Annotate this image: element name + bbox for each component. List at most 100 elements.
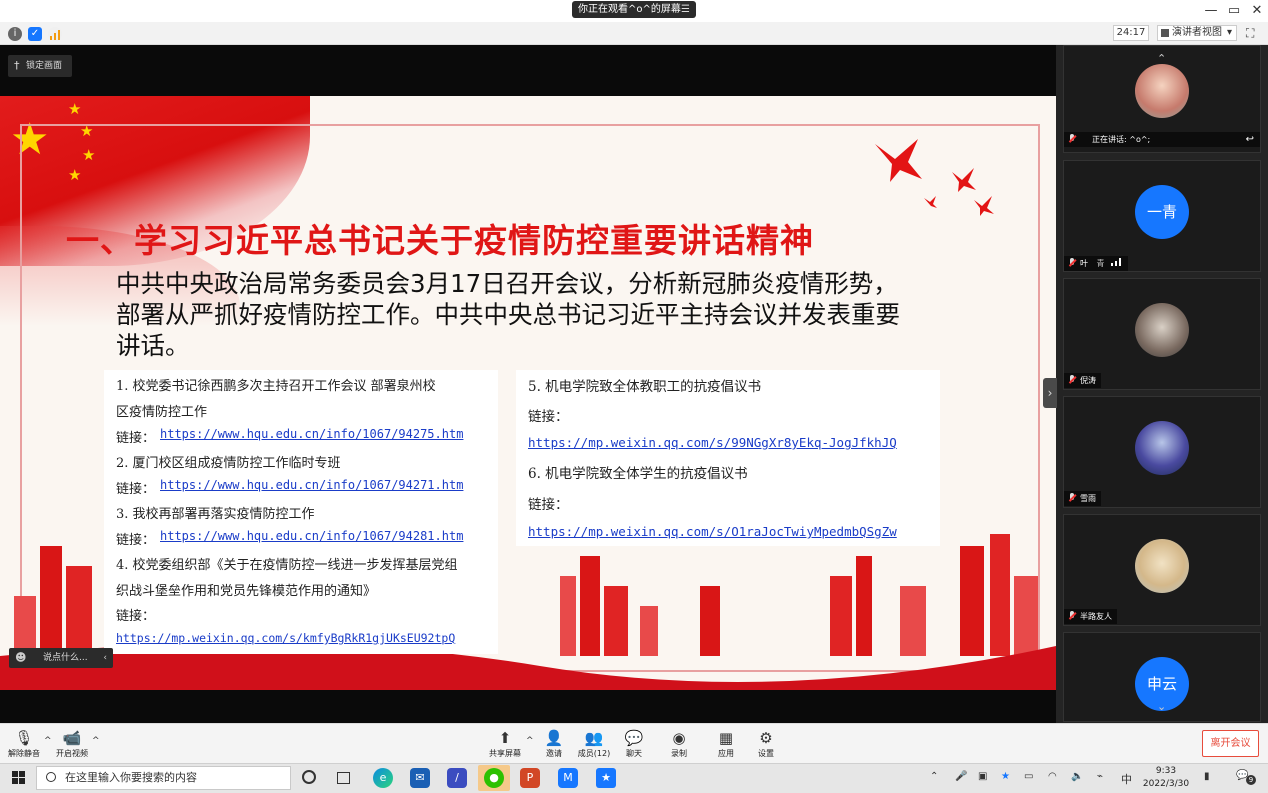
tray-meeting-icon[interactable]: ★	[1001, 771, 1010, 782]
signal-icon[interactable]	[48, 27, 62, 41]
share-screen-button[interactable]: ⬆ 共享屏幕	[487, 723, 523, 763]
news-link[interactable]: https://mp.weixin.qq.com/s/99NGgXr8yEkq-…	[528, 435, 897, 450]
scroll-down-icon[interactable]: ⌄	[1157, 700, 1166, 713]
task-view-icon[interactable]	[302, 770, 316, 784]
members-icon: 👥	[584, 729, 604, 747]
add-user-icon: 👤	[544, 729, 564, 747]
share-menu-icon[interactable]: ☰	[681, 1, 690, 18]
chat-button[interactable]: 💬 聊天	[618, 723, 650, 763]
share-screen-icon: ⬆	[498, 729, 512, 747]
unmute-button[interactable]: 🎙 解除静音	[6, 723, 42, 763]
participant-nameplate: 雪雨	[1064, 491, 1101, 506]
chat-placeholder: 说点什么...	[43, 653, 88, 663]
chat-input[interactable]: ☻ 说点什么... ‹	[9, 648, 113, 668]
video-options-caret-icon[interactable]: ^	[92, 736, 100, 746]
action-center-icon[interactable]: 💬 9	[1236, 770, 1256, 786]
members-button[interactable]: 👥 成员(12)	[576, 723, 612, 763]
ime-indicator[interactable]: 中	[1121, 771, 1132, 787]
windows-start-icon[interactable]	[12, 771, 26, 785]
info-icon[interactable]: i	[8, 27, 22, 41]
news-link[interactable]: https://mp.weixin.qq.com/s/kmfyBgRkR1gjU…	[116, 631, 455, 645]
participant-name: 雪雨	[1080, 494, 1096, 503]
wifi-icon[interactable]: ◠	[1048, 771, 1057, 782]
speaking-label: 正在讲话: ^o^;	[1092, 135, 1151, 144]
lock-screen-button[interactable]: 锁定画面	[8, 55, 72, 77]
invite-button[interactable]: 👤 邀请	[538, 723, 570, 763]
close-button[interactable]: ✕	[1246, 0, 1268, 22]
settings-label: 设置	[758, 749, 774, 758]
wechat-icon[interactable]: ●	[478, 765, 510, 791]
tray-app-icon[interactable]: ▣	[978, 771, 987, 782]
tray-network-icon[interactable]: ⌁	[1097, 771, 1103, 782]
right-news-card: 5. 机电学院致全体教职工的抗疫倡议书 链接： https://mp.weixi…	[516, 370, 940, 546]
news-link[interactable]: https://mp.weixin.qq.com/s/O1raJocTwiyMp…	[528, 524, 897, 539]
speaker-view-dropdown[interactable]: 演讲者视图 ▾	[1157, 25, 1237, 41]
chat-label: 聊天	[626, 749, 642, 758]
card-text-line: 链接：	[116, 431, 156, 446]
card-text-line: 链接：	[116, 533, 156, 548]
minimize-button[interactable]: —	[1200, 0, 1222, 22]
fullscreen-icon[interactable]: ⛶	[1246, 26, 1254, 41]
app-icon[interactable]: /	[447, 768, 467, 788]
participant-name: 倪涛	[1080, 376, 1096, 385]
scroll-up-icon[interactable]: ⌃	[1157, 52, 1166, 65]
invite-label: 邀请	[546, 749, 562, 758]
pinned-app-icon[interactable]: ★	[596, 768, 616, 788]
collapse-panel-button[interactable]: ›	[1043, 378, 1057, 408]
card-text-line: 4. 校党委组织部《关于在疫情防控一线进一步发挥基层党组	[116, 558, 458, 573]
powerpoint-icon[interactable]: P	[520, 768, 540, 788]
tray-battery-icon[interactable]: ▭	[1024, 771, 1033, 782]
participant-tile[interactable]: 半路友人	[1063, 514, 1261, 626]
card-text-line: 1. 校党委书记徐西鹏多次主持召开工作会议 部署泉州校	[116, 379, 436, 394]
participant-tile[interactable]: 倪涛	[1063, 278, 1261, 390]
audio-options-caret-icon[interactable]: ^	[44, 736, 52, 746]
mic-muted-icon	[1068, 493, 1076, 503]
card-text-line: 链接：	[116, 609, 156, 624]
edge-browser-icon[interactable]: e	[373, 768, 393, 788]
taskbar-clock[interactable]: 9:33 2022/3/30	[1140, 765, 1192, 791]
participant-tile[interactable]: 雪雨	[1063, 396, 1261, 508]
apps-button[interactable]: ▦ 应用	[710, 723, 742, 763]
shield-icon[interactable]: ✓	[28, 27, 42, 41]
avatar	[1135, 539, 1189, 593]
mic-muted-icon	[1068, 134, 1076, 144]
record-label: 录制	[671, 749, 687, 758]
chevron-left-icon[interactable]: ‹	[103, 648, 107, 668]
record-button[interactable]: ◉ 录制	[663, 723, 695, 763]
mic-muted-icon: 🎙	[14, 729, 34, 747]
restore-button[interactable]: ▭	[1223, 0, 1245, 22]
participant-tile[interactable]: 一青 叶 青	[1063, 160, 1261, 272]
participant-name: 叶	[1080, 259, 1088, 268]
reply-icon[interactable]: ↩	[1246, 132, 1254, 147]
avatar	[1135, 421, 1189, 475]
share-options-caret-icon[interactable]: ^	[526, 736, 534, 746]
video-off-icon: 📹	[62, 729, 82, 747]
meeting-app-icon[interactable]: M	[558, 768, 578, 788]
notification-count-badge: 9	[1246, 775, 1256, 785]
news-link[interactable]: https://www.hqu.edu.cn/info/1067/94271.h…	[160, 478, 463, 492]
share-screen-label: 共享屏幕	[489, 749, 521, 758]
mail-icon[interactable]: ✉	[410, 768, 430, 788]
chat-icon: 💬	[624, 729, 644, 747]
sharing-status-pill[interactable]: 你正在观看^o^的屏幕 ☰	[572, 1, 696, 18]
volume-icon[interactable]: 🔈	[1071, 771, 1083, 782]
news-link[interactable]: https://www.hqu.edu.cn/info/1067/94281.h…	[160, 529, 463, 543]
mic-muted-icon	[1068, 375, 1076, 385]
tray-notification-icon[interactable]: ▮	[1204, 771, 1210, 782]
settings-button[interactable]: ⚙ 设置	[750, 723, 782, 763]
gear-icon: ⚙	[759, 729, 773, 747]
slide-title: 一、学习习近平总书记关于疫情防控重要讲话精神	[66, 221, 814, 260]
card-text-line: 区疫情防控工作	[116, 405, 208, 420]
tray-mic-icon[interactable]: 🎤	[955, 771, 967, 782]
multitask-icon[interactable]	[337, 772, 350, 784]
taskbar-search-input[interactable]: 在这里输入你要搜索的内容	[36, 766, 291, 790]
clock-date: 2022/3/30	[1142, 779, 1190, 789]
start-video-button[interactable]: 📹 开启视频	[54, 723, 90, 763]
tray-expand-icon[interactable]: ⌃	[930, 771, 938, 782]
news-link[interactable]: https://www.hqu.edu.cn/info/1067/94275.h…	[160, 427, 463, 441]
avatar	[1135, 64, 1189, 118]
unmute-label: 解除静音	[8, 749, 40, 758]
card-text-line: 链接：	[528, 409, 569, 425]
leave-meeting-button[interactable]: 离开会议	[1202, 730, 1259, 757]
emoji-icon[interactable]: ☻	[15, 648, 26, 668]
